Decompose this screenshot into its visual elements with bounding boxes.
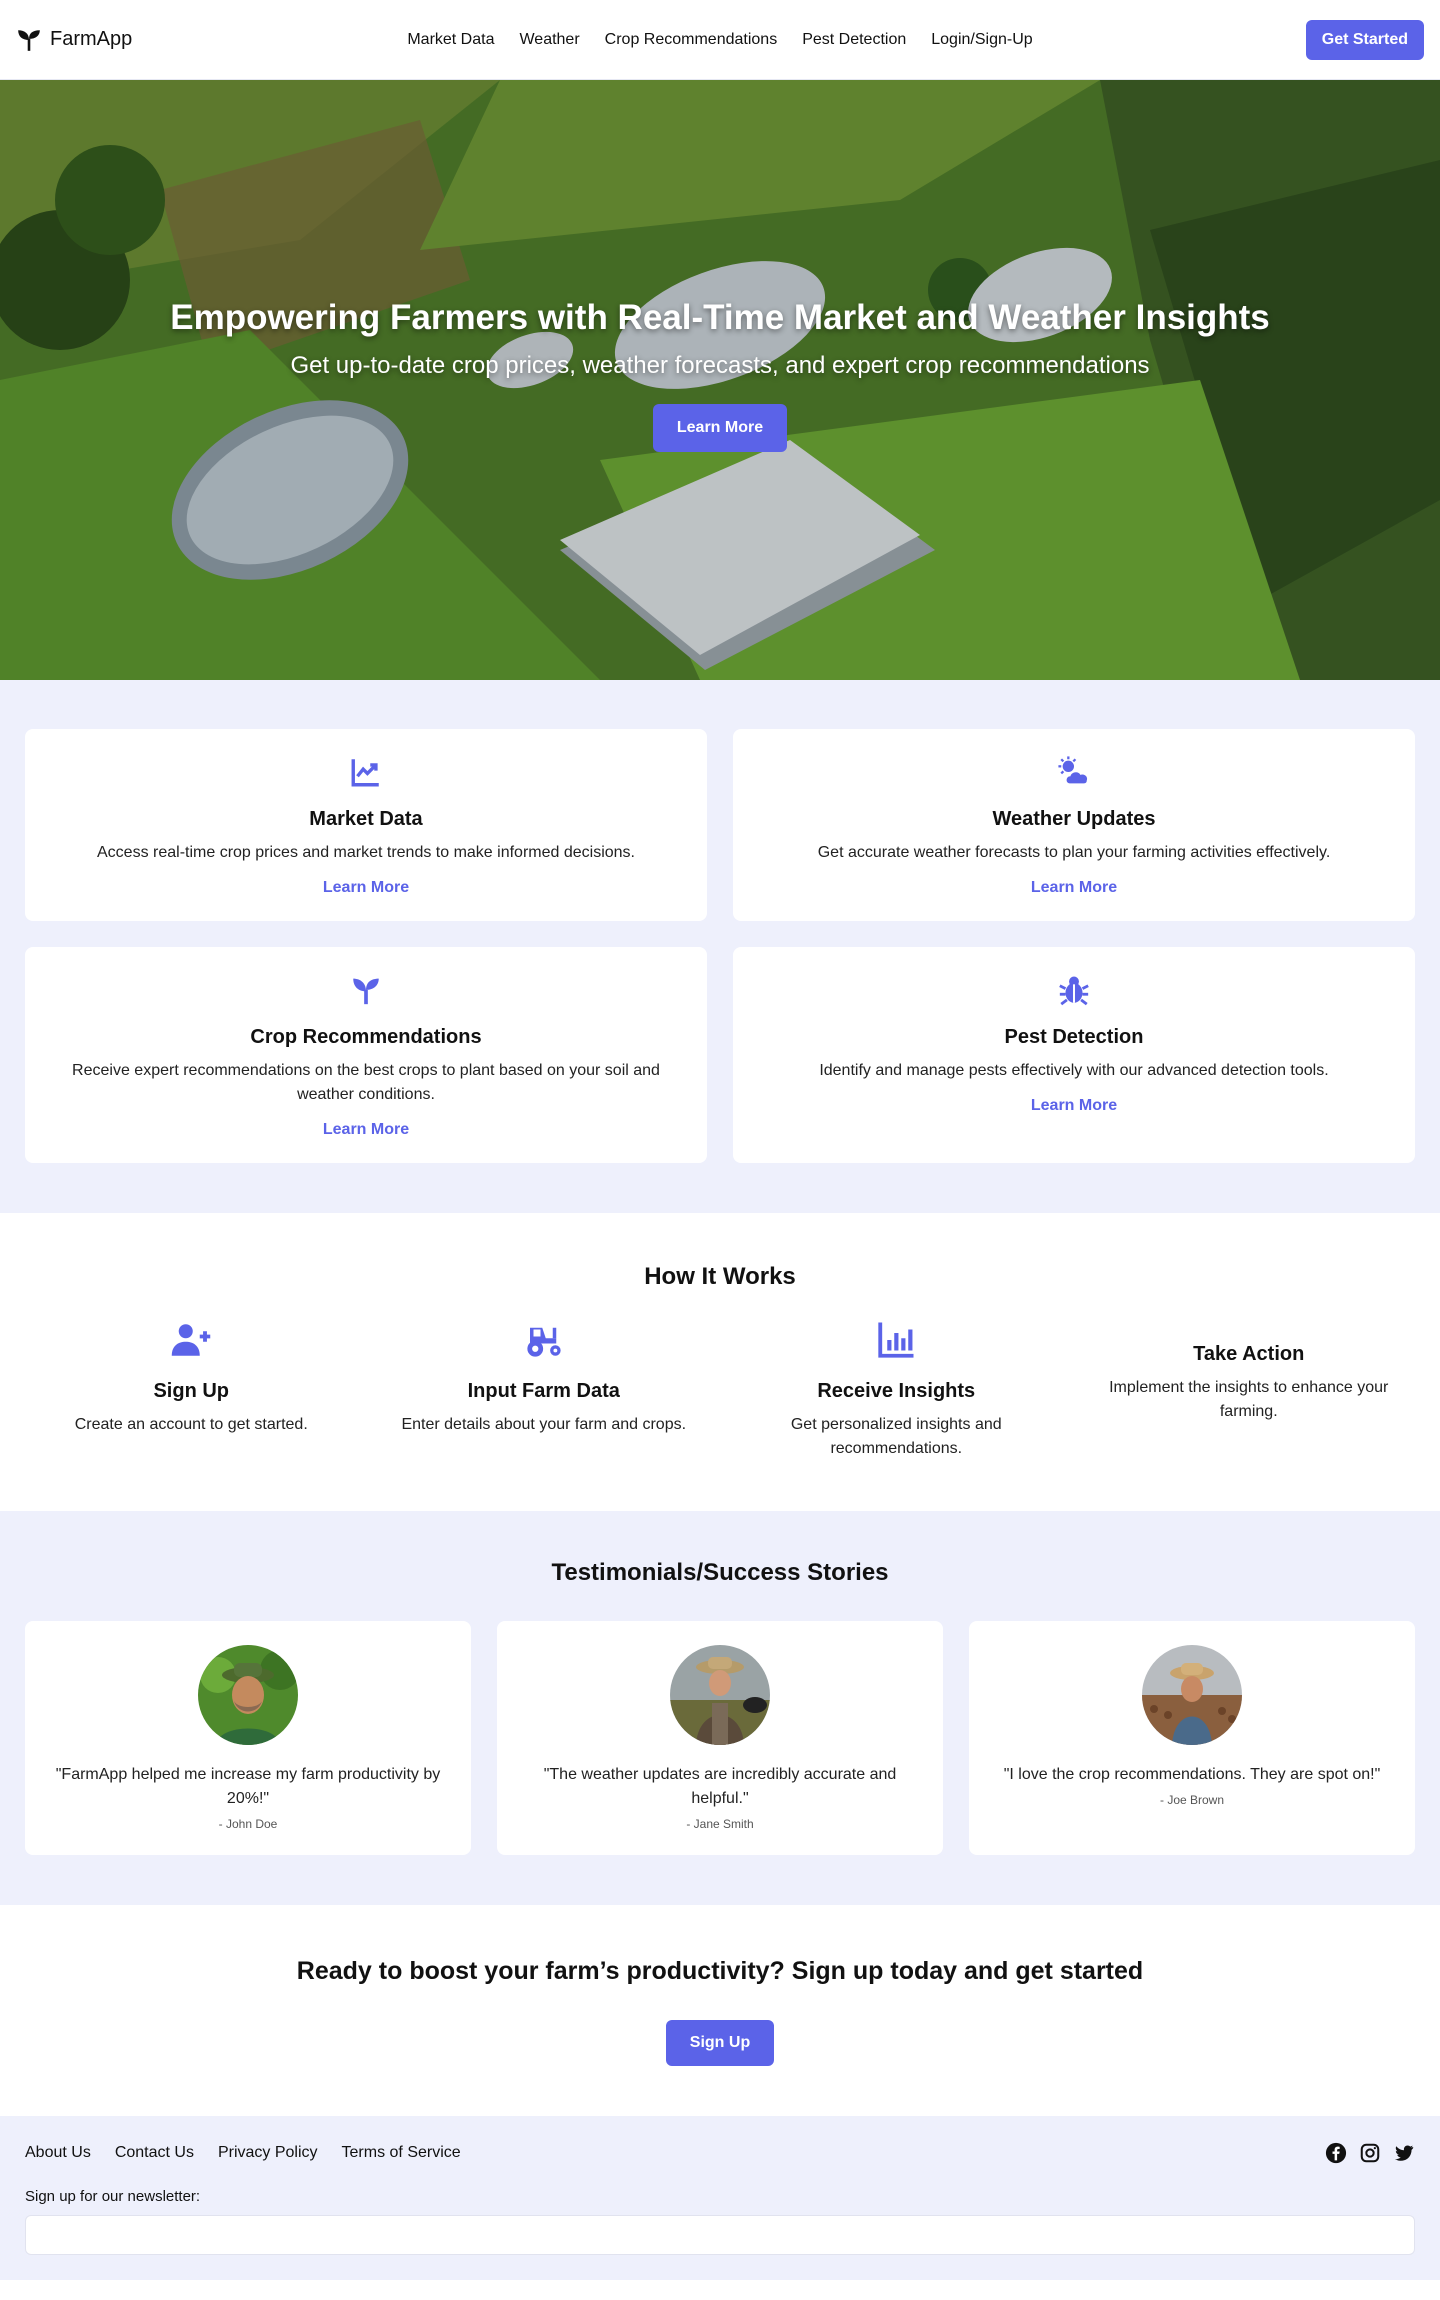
- step-input-farm-data: Input Farm Data Enter details about your…: [378, 1319, 711, 1437]
- feature-title: Crop Recommendations: [250, 1026, 482, 1048]
- tractor-icon: [527, 1327, 561, 1357]
- testimonials-list: "FarmApp helped me increase my farm prod…: [25, 1621, 1415, 1855]
- footer-link-about-us[interactable]: About Us: [25, 2144, 91, 2162]
- how-it-works-section: How It Works Sign Up Create an account t…: [0, 1213, 1440, 1511]
- nav-link-market-data[interactable]: Market Data: [407, 31, 494, 49]
- step-sign-up: Sign Up Create an account to get started…: [25, 1319, 358, 1437]
- step-title: Input Farm Data: [467, 1380, 620, 1402]
- feature-card-pest-detection: Pest Detection Identify and manage pests…: [733, 947, 1415, 1163]
- testimonial-quote: "I love the crop recommendations. They a…: [1003, 1766, 1381, 1783]
- step-text: Create an account to get started.: [74, 1416, 308, 1433]
- features-section: Market Data Access real-time crop prices…: [0, 680, 1440, 1213]
- testimonial-card: "The weather updates are incredibly accu…: [497, 1621, 943, 1855]
- feature-learn-more-link[interactable]: Learn More: [1031, 879, 1117, 897]
- feature-text: Identify and manage pests effectively wi…: [819, 1062, 1329, 1079]
- testimonial-card: "FarmApp helped me increase my farm prod…: [25, 1621, 471, 1855]
- footer-link-privacy-policy[interactable]: Privacy Policy: [218, 2144, 318, 2162]
- newsletter-label: Sign up for our newsletter:: [25, 2188, 201, 2205]
- get-started-button[interactable]: Get Started: [1305, 19, 1424, 60]
- feature-text: Receive expert recommendations on the be…: [72, 1062, 660, 1103]
- hero-learn-more-button[interactable]: Learn More: [652, 404, 788, 452]
- hero-title: Empowering Farmers with Real-Time Market…: [170, 298, 1270, 337]
- cta-title: Ready to boost your farm’s productivity?…: [296, 1957, 1144, 1985]
- feature-card-weather: Weather Updates Get accurate weather for…: [733, 729, 1415, 921]
- social-links: [1325, 2142, 1415, 2164]
- seedling-icon: [353, 978, 379, 1005]
- footer-links: About Us Contact Us Privacy Policy Terms…: [25, 2144, 461, 2162]
- chart-line-icon: [351, 759, 379, 787]
- sprout-logo-icon: [18, 29, 40, 51]
- sign-up-button[interactable]: Sign Up: [665, 2020, 775, 2066]
- step-text: Implement the insights to enhance your f…: [1109, 1379, 1389, 1420]
- feature-learn-more-link[interactable]: Learn More: [1031, 1097, 1117, 1115]
- feature-card-crop-recommendations: Crop Recommendations Receive expert reco…: [25, 947, 707, 1163]
- feature-learn-more-link[interactable]: Learn More: [323, 879, 409, 897]
- nav-link-login-signup[interactable]: Login/Sign-Up: [931, 31, 1032, 49]
- section-title: How It Works: [644, 1263, 796, 1290]
- footer: About Us Contact Us Privacy Policy Terms…: [0, 2116, 1440, 2280]
- nav-link-pest-detection[interactable]: Pest Detection: [802, 31, 906, 49]
- step-title: Sign Up: [153, 1380, 230, 1402]
- testimonial-card: "I love the crop recommendations. They a…: [969, 1621, 1415, 1855]
- feature-title: Weather Updates: [992, 808, 1156, 830]
- footer-link-contact-us[interactable]: Contact Us: [115, 2144, 194, 2162]
- bug-icon: [1059, 976, 1089, 1006]
- avatar: [670, 1645, 770, 1745]
- hero-subtitle: Get up-to-date crop prices, weather fore…: [290, 352, 1150, 379]
- user-plus-icon: [172, 1324, 211, 1356]
- farmer-portrait-image: [1142, 1645, 1242, 1745]
- testimonial-author: - Jane Smith: [686, 1817, 754, 1831]
- newsletter-email-input[interactable]: [25, 2215, 1415, 2255]
- avatar: [1142, 1645, 1242, 1745]
- facebook-icon[interactable]: [1325, 2142, 1347, 2164]
- brand-name: FarmApp: [50, 28, 133, 50]
- feature-text: Get accurate weather forecasts to plan y…: [817, 844, 1331, 861]
- step-receive-insights: Receive Insights Get personalized insigh…: [730, 1319, 1063, 1461]
- main-menu: Market Data Weather Crop Recommendations…: [407, 31, 1032, 49]
- footer-row: About Us Contact Us Privacy Policy Terms…: [25, 2142, 1415, 2164]
- step-title: Take Action: [1193, 1343, 1305, 1365]
- farmer-portrait-image: [198, 1645, 298, 1745]
- cloud-sun-icon: [1058, 756, 1088, 784]
- hero-section: Empowering Farmers with Real-Time Market…: [0, 80, 1440, 680]
- nav-link-weather[interactable]: Weather: [519, 31, 579, 49]
- testimonial-quote: "The weather updates are incredibly accu…: [543, 1766, 897, 1807]
- brand[interactable]: FarmApp: [16, 27, 132, 53]
- feature-title: Market Data: [309, 808, 423, 830]
- testimonial-author: - John Doe: [218, 1817, 278, 1831]
- section-title: Testimonials/Success Stories: [551, 1559, 889, 1586]
- step-text: Enter details about your farm and crops.: [401, 1416, 687, 1433]
- feature-title: Pest Detection: [1004, 1026, 1144, 1048]
- testimonial-author: - Joe Brown: [1159, 1793, 1225, 1807]
- farmer-portrait-image: [670, 1645, 770, 1745]
- hero-content: Empowering Farmers with Real-Time Market…: [0, 80, 1440, 452]
- step-text: Get personalized insights and recommenda…: [790, 1416, 1002, 1457]
- testimonials-section: Testimonials/Success Stories "FarmApp he…: [0, 1511, 1440, 1905]
- testimonial-quote: "FarmApp helped me increase my farm prod…: [55, 1766, 441, 1807]
- bar-chart-icon: [878, 1322, 914, 1358]
- feature-card-market-data: Market Data Access real-time crop prices…: [25, 729, 707, 921]
- avatar: [198, 1645, 298, 1745]
- feature-learn-more-link[interactable]: Learn More: [323, 1121, 409, 1139]
- step-title: Receive Insights: [817, 1380, 976, 1402]
- footer-link-terms-of-service[interactable]: Terms of Service: [342, 2144, 461, 2162]
- step-take-action: Take Action Implement the insights to en…: [1083, 1319, 1416, 1424]
- twitter-icon[interactable]: [1393, 2142, 1415, 2164]
- top-nav: FarmApp Market Data Weather Crop Recomme…: [0, 0, 1440, 80]
- instagram-icon[interactable]: [1359, 2142, 1381, 2164]
- cta-section: Ready to boost your farm’s productivity?…: [0, 1905, 1440, 2116]
- steps-list: Sign Up Create an account to get started…: [25, 1319, 1415, 1461]
- nav-link-crop-recommendations[interactable]: Crop Recommendations: [605, 31, 778, 49]
- feature-text: Access real-time crop prices and market …: [97, 844, 635, 861]
